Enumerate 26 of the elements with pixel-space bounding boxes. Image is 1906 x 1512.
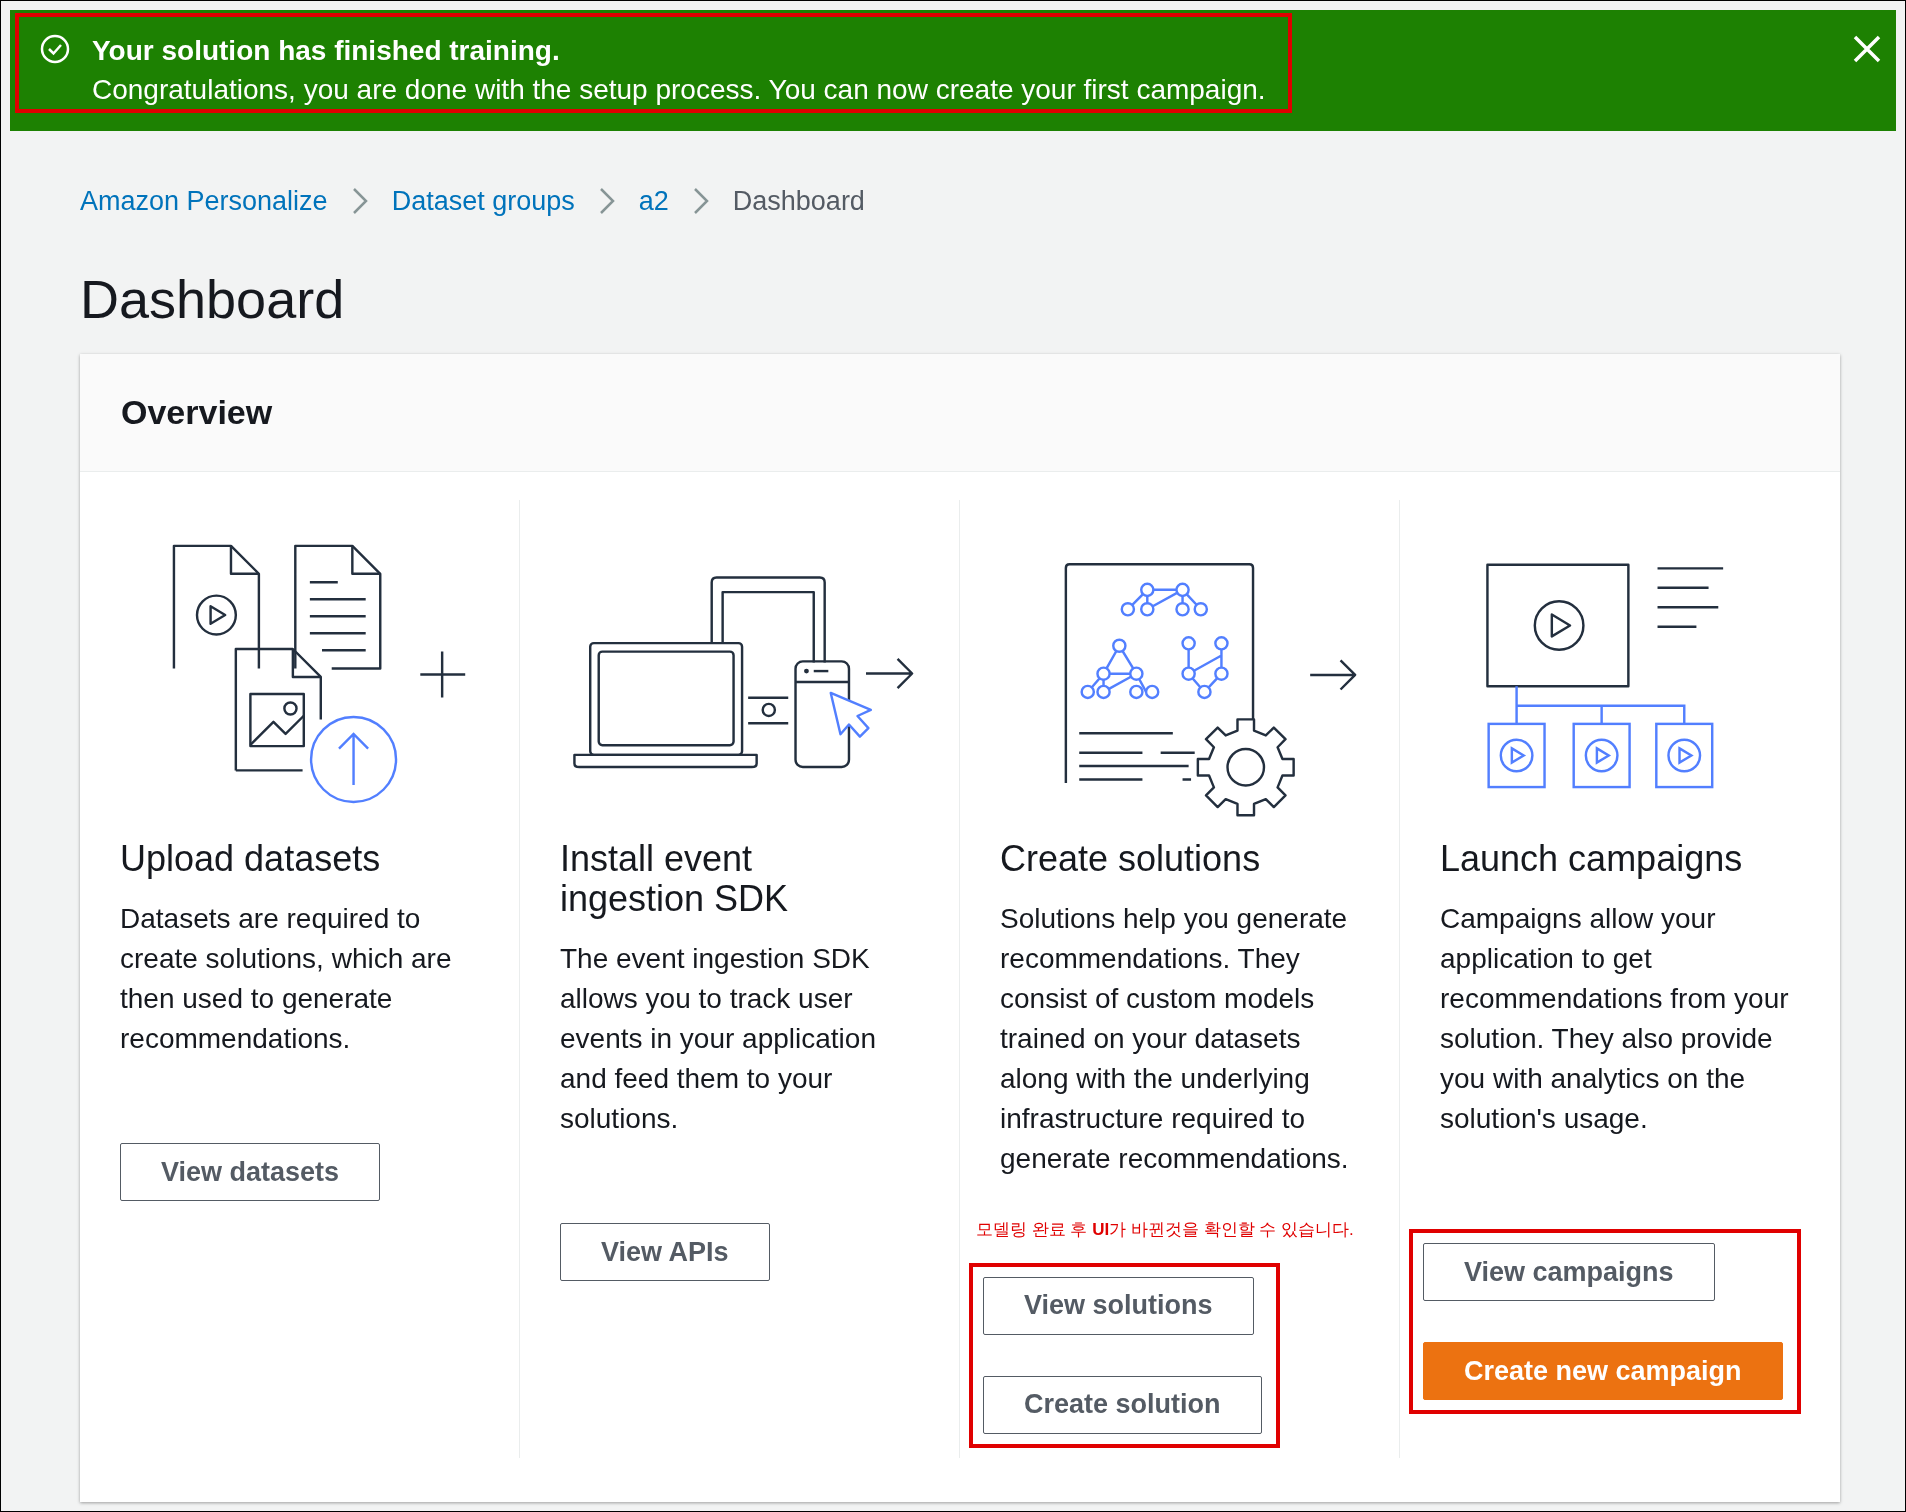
step-title: Launch campaigns [1440,839,1744,879]
secondary-button[interactable]: View datasets [120,1143,381,1201]
page-title: Dashboard [79,268,346,331]
step-description: The event ingestion SDK allows you to track user events in your application and feed them to your solutions. [560,942,877,1136]
secondary-button[interactable]: Create solution [983,1375,1262,1434]
step-description: Campaigns allow your application to get recommendations from your solution. They also provide you with analytics on the solution's usage. [1440,902,1790,1136]
chevron-right-icon [598,187,615,215]
step-description: Datasets are required to create solutions, which are then used to generate recommendations. [120,902,453,1056]
breadcrumb-link[interactable]: a2 [638,180,669,222]
banner-message: Congratulations, you are done with the setup process. You can now create your first campaign. [92,73,1266,107]
step-description: Solutions help you generate recommendations. They consist of custom models trained on your datasets along with the underlying infrastructure required to generate recommendations. [1000,902,1350,1176]
breadcrumb-link[interactable]: Amazon Personalize [80,180,328,222]
step-title: Create solutions [1000,839,1262,879]
breadcrumb-link[interactable]: Dataset groups [391,180,575,222]
breadcrumb-current: Dashboard [732,184,865,218]
secondary-button[interactable]: View APIs [560,1223,770,1281]
secondary-button[interactable]: View solutions [983,1276,1254,1335]
chevron-right-icon [351,187,368,215]
banner-title: Your solution has finished training. [92,34,561,68]
card-title: Overview [121,392,273,433]
annotation-note: 모델링 완료 후 UI가 바뀐것을 확인할 수 있습니다. [976,1219,1355,1241]
step-title: Upload datasets [120,839,382,879]
step-title: Install event ingestion SDK [560,839,790,919]
chevron-right-icon [692,187,709,215]
check-circle-icon [40,34,70,64]
secondary-button[interactable]: View campaigns [1423,1243,1715,1301]
